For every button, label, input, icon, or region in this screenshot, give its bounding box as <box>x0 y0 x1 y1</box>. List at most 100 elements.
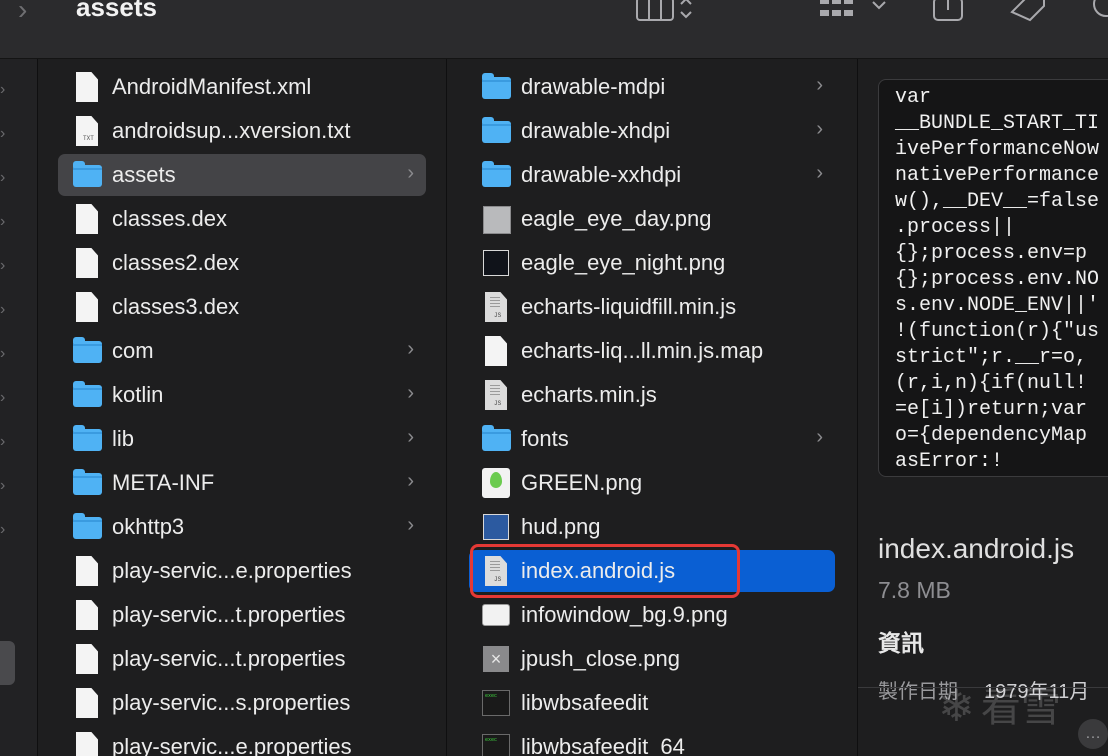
chevron-right-icon: › <box>816 162 823 184</box>
item-label: assets <box>112 162 176 187</box>
folder-icon <box>481 72 511 102</box>
back-chevron-icon[interactable]: › <box>18 0 27 26</box>
folder-icon <box>481 424 511 454</box>
item-label: hud.png <box>521 514 601 539</box>
chevron-right-icon: › <box>816 118 823 140</box>
item-label: play-servic...t.properties <box>112 602 346 627</box>
tag-icon[interactable] <box>1006 0 1048 29</box>
file-row[interactable]: play-servic...s.properties <box>58 682 426 724</box>
info-heading: 資訊 <box>878 630 924 656</box>
file-row[interactable]: androidsup...xversion.txt <box>58 110 426 152</box>
item-label: drawable-xxhdpi <box>521 162 682 187</box>
share-icon[interactable] <box>932 0 964 29</box>
folder-row[interactable]: okhttp3 › <box>58 506 426 548</box>
parent-column: › › › › › › › › › › › <box>0 59 38 756</box>
chevron-right-icon: › <box>0 301 6 318</box>
text-file-icon <box>72 116 102 146</box>
item-label: META-INF <box>112 470 215 495</box>
file-row[interactable]: eagle_eye_day.png <box>469 198 835 240</box>
parent-selected-row[interactable] <box>0 641 15 685</box>
folder-row[interactable]: fonts › <box>469 418 835 460</box>
document-icon <box>72 688 102 718</box>
file-row[interactable]: classes3.dex <box>58 286 426 328</box>
file-row[interactable]: GREEN.png <box>469 462 835 504</box>
more-icon[interactable] <box>1090 0 1108 29</box>
file-row[interactable]: libwbsafeedit <box>469 682 835 724</box>
item-label: drawable-xhdpi <box>521 118 671 143</box>
folder-row[interactable]: drawable-xhdpi › <box>469 110 835 152</box>
file-row[interactable]: echarts-liq...ll.min.js.map <box>469 330 835 372</box>
item-label: com <box>112 338 154 363</box>
item-label: eagle_eye_night.png <box>521 250 726 275</box>
document-icon <box>72 732 102 756</box>
file-row[interactable]: play-servic...t.properties <box>58 638 426 680</box>
item-label: libwbsafeedit <box>521 690 649 715</box>
file-row[interactable]: play-servic...e.properties <box>58 726 426 756</box>
close-image-icon: × <box>481 644 511 674</box>
exec-icon <box>481 732 511 756</box>
document-icon <box>72 248 102 278</box>
file-row[interactable]: play-servic...t.properties <box>58 594 426 636</box>
folder-icon <box>72 468 102 498</box>
more-actions-icon[interactable]: … <box>1078 719 1108 749</box>
snowflake-logo-icon: ❄ <box>938 682 975 731</box>
columns-view-icon[interactable] <box>636 0 696 29</box>
item-label: okhttp3 <box>112 514 185 539</box>
exec-icon <box>481 688 511 718</box>
watermark-text: 看雪 <box>980 686 1061 730</box>
item-label: lib <box>112 426 135 451</box>
file-row[interactable]: echarts-liquidfill.min.js <box>469 286 835 328</box>
item-label: echarts.min.js <box>521 382 657 407</box>
document-icon <box>72 556 102 586</box>
document-icon <box>72 600 102 630</box>
item-label: eagle_eye_day.png <box>521 206 712 231</box>
js-file-icon <box>481 292 511 322</box>
bubble-image-icon <box>481 600 511 630</box>
chevron-right-icon: › <box>407 382 414 404</box>
file-row[interactable]: AndroidManifest.xml <box>58 66 426 108</box>
file-row[interactable]: play-servic...e.properties <box>58 550 426 592</box>
file-row[interactable]: × jpush_close.png <box>469 638 835 680</box>
file-row[interactable]: infowindow_bg.9.png <box>469 594 835 636</box>
code-preview: var __BUNDLE_START_TI ivePerformanceNow … <box>878 79 1108 477</box>
folder-icon <box>481 160 511 190</box>
highlight-annotation <box>470 544 740 598</box>
item-label: echarts-liq...ll.min.js.map <box>521 338 764 363</box>
chevron-right-icon: › <box>0 257 6 274</box>
item-label: play-servic...e.properties <box>112 558 352 583</box>
file-row[interactable]: hud.png <box>469 506 835 548</box>
code-text: var __BUNDLE_START_TI ivePerformanceNow … <box>895 86 1100 473</box>
document-icon <box>72 72 102 102</box>
item-label: libwbsafeedit_64 <box>521 734 685 756</box>
item-label: play-servic...t.properties <box>112 646 346 671</box>
document-icon <box>72 204 102 234</box>
file-row[interactable]: classes2.dex <box>58 242 426 284</box>
chevron-right-icon: › <box>0 389 6 406</box>
file-row[interactable]: classes.dex <box>58 198 426 240</box>
map-pin-image-icon <box>481 468 511 498</box>
file-row[interactable]: libwbsafeedit_64 <box>469 726 835 756</box>
chevron-right-icon: › <box>407 426 414 448</box>
folder-row[interactable]: drawable-xxhdpi › <box>469 154 835 196</box>
folder-row[interactable]: com › <box>58 330 426 372</box>
document-icon <box>72 292 102 322</box>
item-label: infowindow_bg.9.png <box>521 602 728 627</box>
chevron-right-icon: › <box>0 345 6 362</box>
folder-icon <box>72 160 102 190</box>
folder-icon <box>481 116 511 146</box>
folder-row[interactable]: drawable-mdpi › <box>469 66 835 108</box>
item-label: drawable-mdpi <box>521 74 666 99</box>
item-label: play-servic...s.properties <box>112 690 351 715</box>
chevron-right-icon: › <box>0 477 6 494</box>
chevron-right-icon: › <box>0 433 6 450</box>
folder-row[interactable]: assets › <box>58 154 426 196</box>
group-grid-icon[interactable] <box>818 0 890 29</box>
image-dark-icon <box>481 248 511 278</box>
file-row[interactable]: echarts.min.js <box>469 374 835 416</box>
apk-root-column: AndroidManifest.xml androidsup...xversion… <box>38 59 447 756</box>
folder-row[interactable]: lib › <box>58 418 426 460</box>
file-row[interactable]: eagle_eye_night.png <box>469 242 835 284</box>
folder-row[interactable]: META-INF › <box>58 462 426 504</box>
folder-row[interactable]: kotlin › <box>58 374 426 416</box>
item-label: echarts-liquidfill.min.js <box>521 294 737 319</box>
